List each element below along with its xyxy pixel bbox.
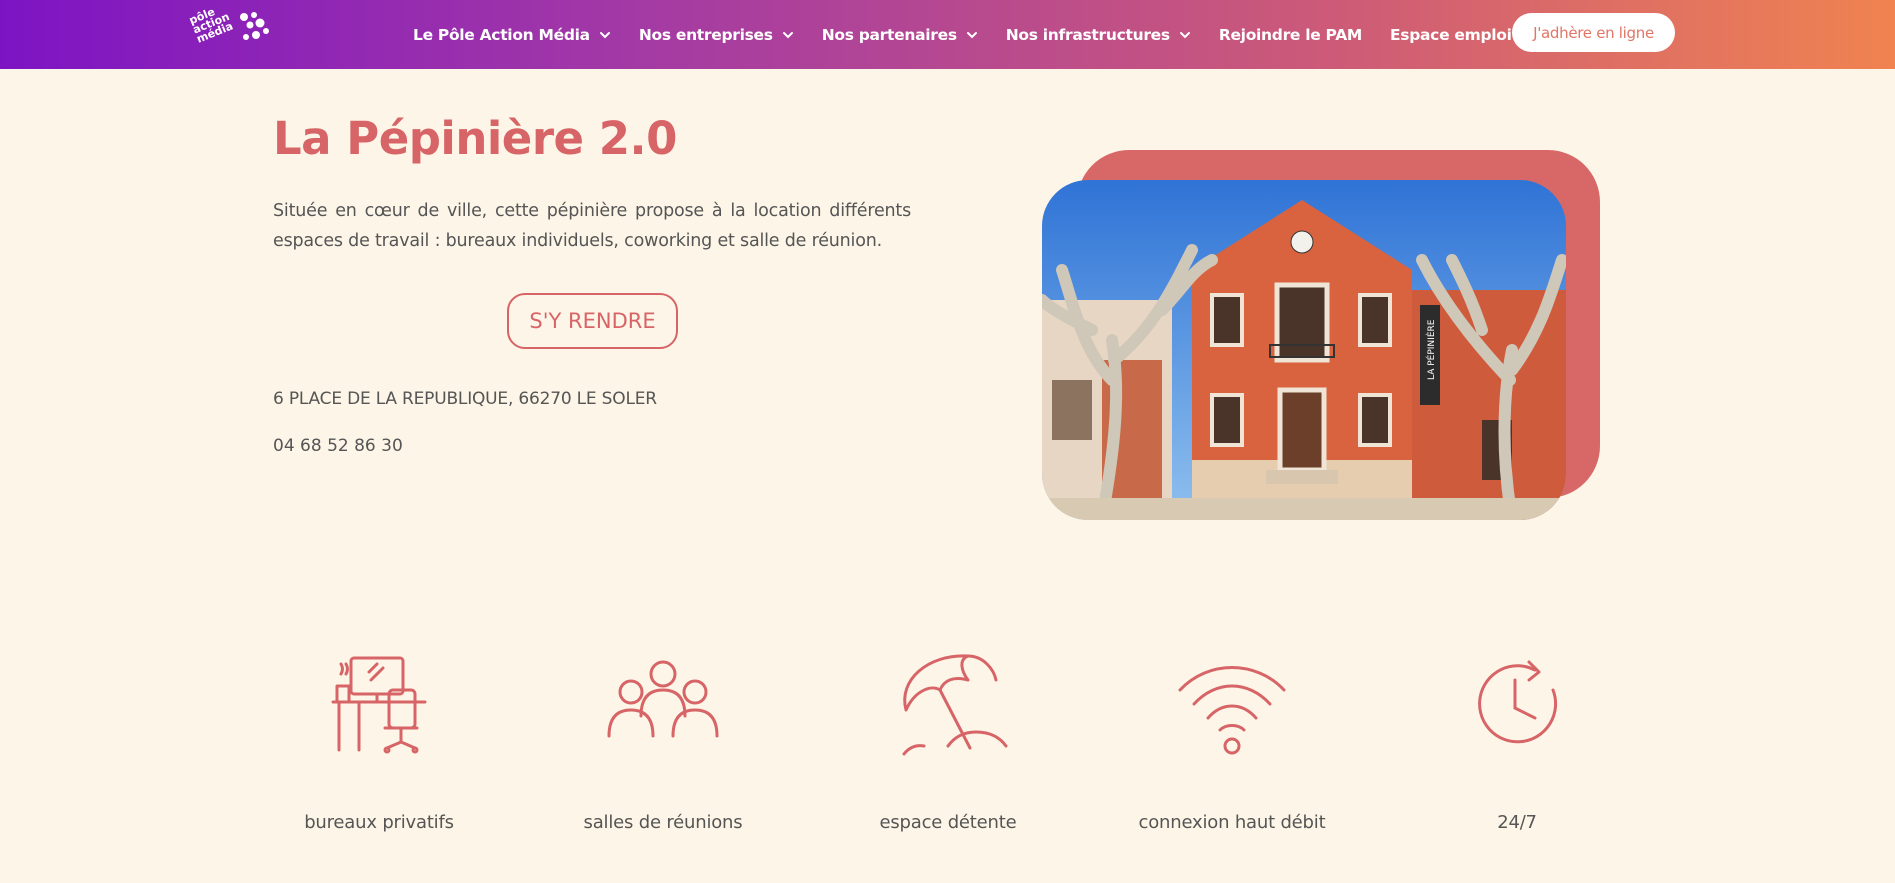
nav-item-pole-action-media[interactable]: Le Pôle Action Média [413, 26, 611, 44]
nav-item-label: Nos entreprises [638, 25, 773, 44]
wifi-icon [1178, 666, 1286, 755]
nav-item-partenaires[interactable]: Nos partenaires [822, 26, 978, 44]
chevron-down-icon [966, 31, 977, 38]
feature-label: 24/7 [1497, 812, 1537, 833]
chevron-down-icon [782, 31, 793, 38]
feature-label: espace détente [879, 812, 1017, 833]
nav-item-label: Nos infrastructures [1005, 25, 1170, 44]
feature-24-7: 24/7 [1407, 640, 1627, 840]
nav-item-emploi[interactable]: Espace emploi [1390, 26, 1512, 44]
hero-description: Située en cœur de ville, cette pépinière… [273, 201, 911, 251]
clock-icon [1478, 660, 1558, 744]
phone-number[interactable]: 04 68 52 86 30 [273, 436, 403, 456]
building-illustration: LA PÉPINIÈRE [1042, 180, 1566, 520]
main-nav: Le Pôle Action Média Nos entreprises Nos… [413, 0, 1540, 69]
nav-item-label: Le Pôle Action Média [413, 25, 590, 44]
group-icon [607, 660, 719, 738]
feature-salles-reunions: salles de réunions [553, 640, 773, 840]
feature-label: salles de réunions [583, 812, 743, 833]
nav-item-label: Espace emploi [1390, 25, 1512, 44]
nav-item-rejoindre[interactable]: Rejoindre le PAM [1219, 26, 1362, 44]
building-sign: LA PÉPINIÈRE [1425, 319, 1437, 380]
directions-button[interactable]: S'Y RENDRE [507, 293, 678, 349]
nav-item-label: Rejoindre le PAM [1218, 25, 1363, 44]
feature-connexion-haut-debit: connexion haut débit [1122, 640, 1342, 840]
feature-espace-detente: espace détente [838, 640, 1058, 840]
site-logo[interactable]: pôle action média [187, 5, 272, 57]
address-text: 6 PLACE DE LA REPUBLIQUE, 66270 LE SOLER [273, 389, 657, 409]
nav-item-entreprises[interactable]: Nos entreprises [639, 26, 794, 44]
desk-icon [331, 656, 427, 754]
join-online-button[interactable]: J'adhère en ligne [1512, 13, 1675, 52]
nav-item-label: Nos partenaires [821, 25, 957, 44]
nav-item-infrastructures[interactable]: Nos infrastructures [1006, 26, 1191, 44]
feature-bureaux-privatifs: bureaux privatifs [269, 640, 489, 840]
building-photo: LA PÉPINIÈRE [1042, 180, 1566, 520]
chevron-down-icon [1179, 31, 1190, 38]
top-navbar: pôle action média Le Pôle Action Média N… [0, 0, 1895, 69]
beach-umbrella-icon [902, 654, 1008, 756]
page-title: La Pépinière 2.0 [273, 112, 677, 165]
chevron-down-icon [599, 31, 610, 38]
logo-dots-icon [240, 12, 269, 40]
feature-label: connexion haut débit [1138, 812, 1326, 833]
feature-label: bureaux privatifs [304, 812, 454, 833]
